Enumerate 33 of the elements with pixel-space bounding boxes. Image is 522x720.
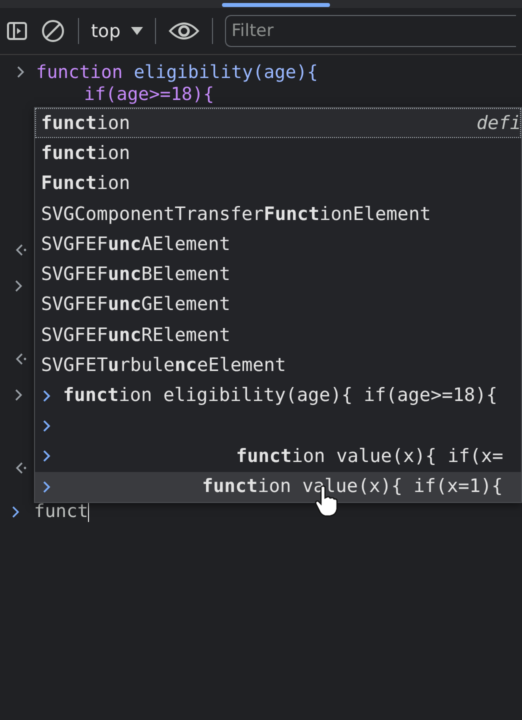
chevron-icon (43, 450, 51, 462)
chevron-icon (43, 420, 51, 432)
prompt-chevron-icon (17, 66, 25, 78)
suggestion-item[interactable]: SVGFEFuncRElement (35, 320, 521, 350)
code-token: function (36, 62, 123, 82)
filter-field[interactable]: Filter (224, 15, 516, 47)
console-input[interactable]: funct (34, 501, 88, 522)
input-chevron-icon (15, 280, 23, 292)
suggestion-item[interactable]: function defi (35, 108, 521, 138)
clear-console-icon[interactable] (40, 18, 66, 44)
code-token: eligibility(age){ (134, 62, 318, 82)
sidebar-toggle-icon[interactable] (6, 20, 28, 42)
chevron-icon (43, 390, 51, 402)
history-item[interactable]: function eligibility(age){ if(age>=18){ (35, 380, 521, 411)
result-arrow-icon (15, 244, 27, 256)
suggestion-item[interactable]: SVGComponentTransferFunctionElement (35, 198, 521, 230)
suggestion-item[interactable]: function (35, 138, 521, 169)
context-dropdown[interactable]: top (91, 20, 142, 42)
suggestion-item[interactable]: SVGFEFuncAElement (35, 229, 521, 260)
suggestion-item[interactable]: SVGFEFuncGElement (35, 290, 521, 320)
suggestion-item[interactable]: SVGFETurbulenceElement (35, 350, 521, 381)
chevron-icon (43, 480, 51, 493)
suggestion-item[interactable]: SVGFEFuncBElement (35, 259, 521, 290)
result-arrow-icon (15, 462, 27, 474)
history-item[interactable]: function value(x){ if(x= (35, 441, 521, 472)
result-arrow-icon (15, 352, 27, 365)
history-item[interactable]: function value(x){ if(x=1){ (35, 472, 521, 502)
code-token: if(age>=18){ (84, 84, 214, 104)
caret-icon (130, 27, 142, 35)
suggestion-item[interactable]: Function (35, 168, 521, 199)
prompt-chevron-icon (12, 506, 20, 518)
eye-icon[interactable] (168, 20, 200, 42)
input-chevron-icon (15, 389, 23, 402)
